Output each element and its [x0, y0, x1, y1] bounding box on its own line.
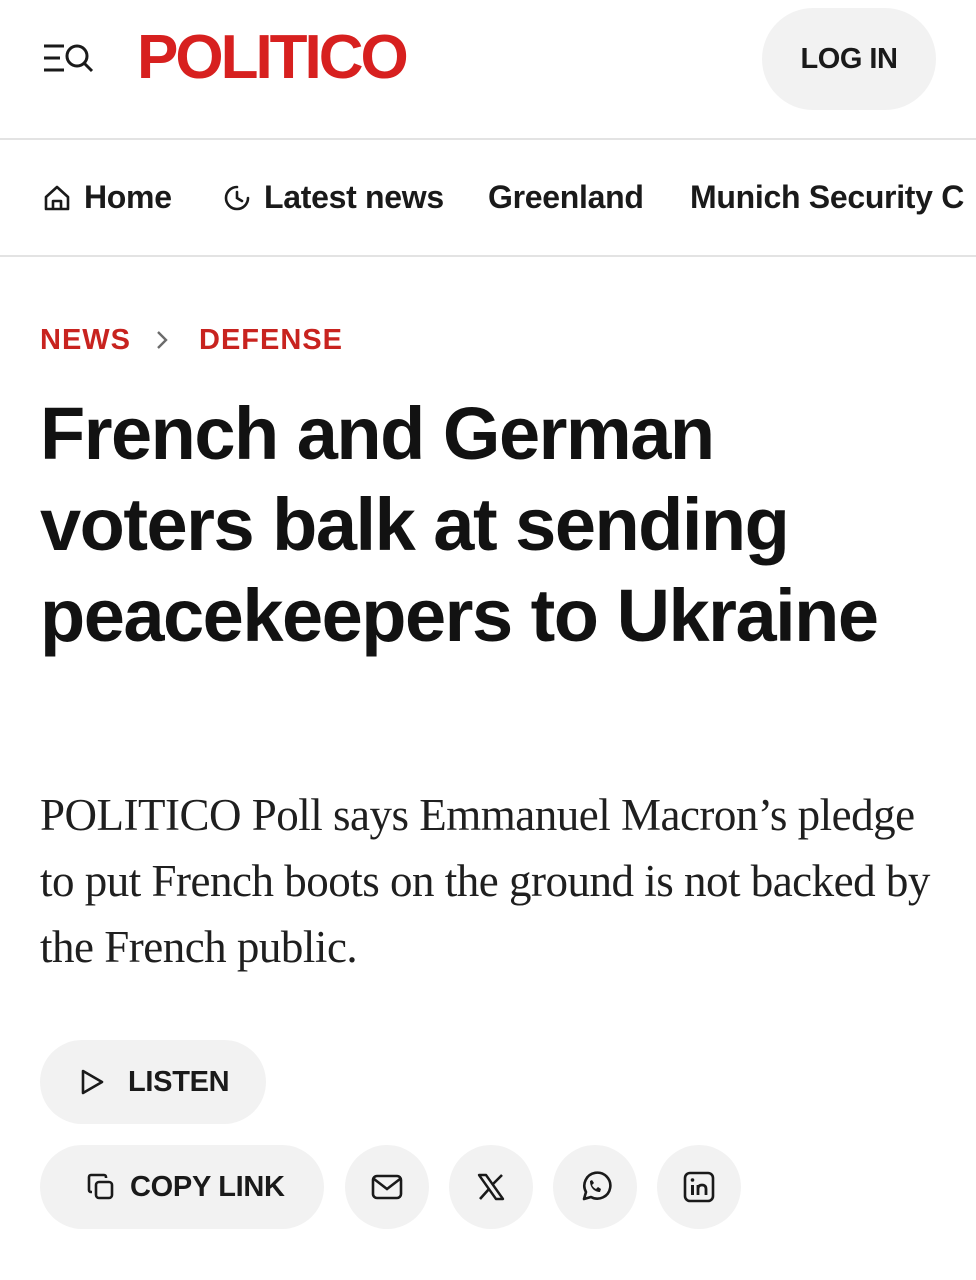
copy-icon: [87, 1173, 114, 1200]
copy-link-label: COPY LINK: [130, 1170, 285, 1203]
login-button[interactable]: LOG IN: [762, 8, 936, 110]
section-nav: Home Latest news Greenland Munich Securi…: [0, 140, 976, 255]
breadcrumb: NEWS DEFENSE: [40, 320, 343, 360]
nav-divider: [0, 255, 976, 257]
nav-item-label: Home: [84, 179, 172, 215]
whatsapp-icon: [582, 1171, 612, 1201]
nav-item-label: Greenland: [488, 179, 644, 215]
nav-item-label: Latest news: [264, 179, 444, 215]
share-linkedin-button[interactable]: [657, 1145, 741, 1229]
chevron-right-icon: [155, 329, 169, 351]
nav-item-label: Munich Security C: [690, 179, 965, 215]
nav-item-greenland[interactable]: Greenland: [488, 140, 644, 255]
linkedin-icon: [683, 1171, 715, 1203]
listen-button[interactable]: LISTEN: [40, 1040, 266, 1124]
clock-icon: [224, 185, 250, 210]
x-icon: [477, 1173, 505, 1201]
breadcrumb-defense[interactable]: DEFENSE: [199, 324, 343, 357]
play-icon: [81, 1069, 104, 1095]
copy-link-button[interactable]: COPY LINK: [40, 1145, 324, 1229]
mail-icon: [371, 1174, 403, 1200]
nav-item-home[interactable]: Home: [42, 140, 172, 255]
share-x-button[interactable]: [449, 1145, 533, 1229]
article-dek: POLITICO Poll says Emmanuel Macron’s ple…: [40, 790, 930, 972]
home-icon: [44, 185, 70, 210]
site-header: POLITICO LOG IN: [0, 0, 976, 138]
politico-logo[interactable]: POLITICO: [137, 26, 409, 90]
nav-item-latest-news[interactable]: Latest news: [222, 140, 444, 255]
article-headline: French and German voters balk at sending…: [40, 392, 879, 657]
share-whatsapp-button[interactable]: [553, 1145, 637, 1229]
menu-search-icon[interactable]: [42, 38, 96, 78]
share-email-button[interactable]: [345, 1145, 429, 1229]
breadcrumb-news[interactable]: NEWS: [40, 324, 131, 357]
listen-label: LISTEN: [128, 1065, 230, 1098]
nav-item-munich-security[interactable]: Munich Security C: [690, 140, 964, 255]
